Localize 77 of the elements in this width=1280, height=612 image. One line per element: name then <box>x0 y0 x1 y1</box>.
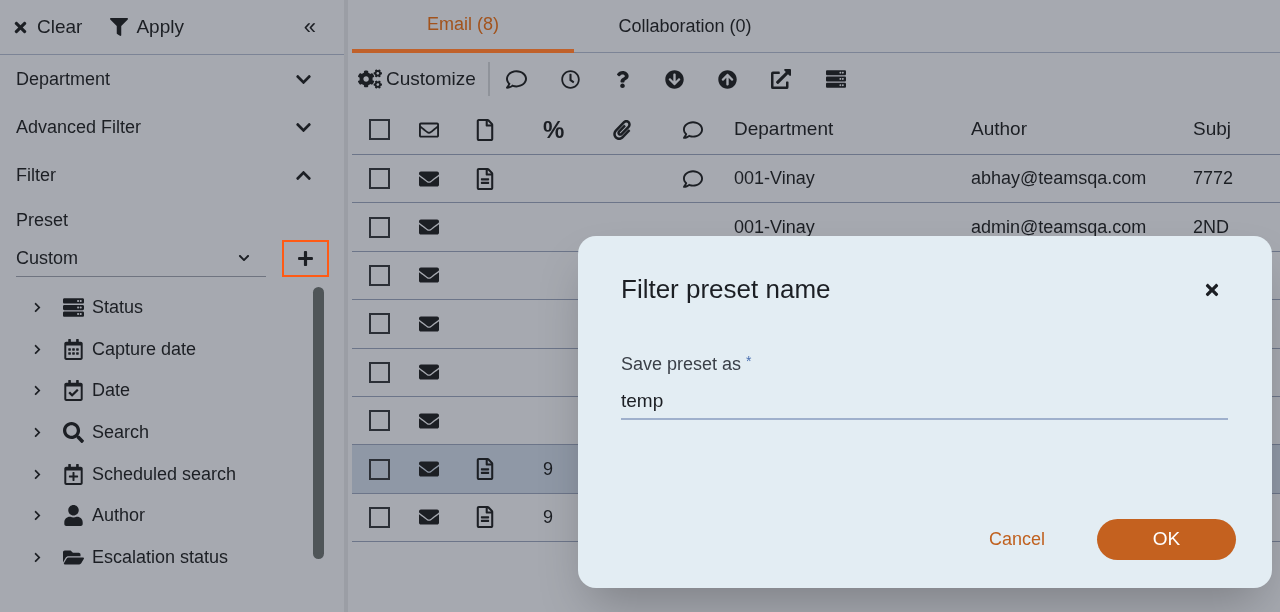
table-cell: 9 <box>543 458 553 479</box>
envelope-icon <box>418 507 440 528</box>
accordion-header[interactable]: Filter <box>0 151 344 199</box>
chevron-right-icon <box>32 510 43 522</box>
checkbox[interactable] <box>369 216 390 238</box>
calendar-plus-icon <box>63 463 84 485</box>
envelope-icon <box>418 362 440 383</box>
accordion-header[interactable]: Advanced Filter <box>0 103 344 151</box>
table-cell: 7772 <box>1193 168 1234 189</box>
checkbox[interactable] <box>369 313 390 335</box>
column-header[interactable]: % <box>534 111 604 148</box>
checkbox[interactable] <box>369 119 390 140</box>
chevron-right-icon <box>32 468 43 480</box>
clear-button[interactable]: Clear <box>12 12 83 42</box>
user-icon <box>63 505 84 527</box>
file-icon <box>476 118 494 141</box>
filter-tree-item[interactable]: Scheduled search <box>0 453 313 495</box>
envelope-icon <box>418 265 440 286</box>
gears-icon <box>358 68 382 90</box>
collapse-button[interactable]: « <box>303 16 316 38</box>
preset-select[interactable]: Custom <box>16 240 266 277</box>
checkbox[interactable] <box>369 361 390 383</box>
filter-tree-item[interactable]: Date <box>0 370 313 412</box>
envelope-icon <box>418 459 440 480</box>
table-cell: admin@teamsqa.com <box>971 216 1147 237</box>
preset-name-field[interactable]: temp <box>621 384 1228 420</box>
calendar-check-icon <box>63 380 84 402</box>
accordion-header[interactable]: Department <box>0 55 344 103</box>
comment-icon <box>682 119 704 140</box>
envelope-icon <box>418 217 440 238</box>
clock-icon[interactable] <box>560 69 580 89</box>
chevron-right-icon <box>32 385 43 397</box>
checkbox[interactable] <box>369 458 390 480</box>
table-cell: 2ND <box>1193 216 1229 237</box>
preset-label: Preset <box>15 209 69 232</box>
download-icon[interactable] <box>664 69 684 89</box>
checkbox[interactable] <box>369 506 390 528</box>
plus-icon <box>297 250 314 267</box>
chevron-right-icon <box>32 302 43 314</box>
search-icon <box>63 422 84 444</box>
chevron-right-icon <box>32 343 43 355</box>
scrollbar[interactable] <box>313 287 324 559</box>
table-cell: 9 <box>543 506 553 527</box>
chevron-right-icon <box>32 427 43 439</box>
paperclip-icon <box>613 119 631 140</box>
chevron-down-icon <box>238 252 250 264</box>
checkbox[interactable] <box>369 168 390 190</box>
filter-tree-item[interactable]: Author <box>0 494 313 537</box>
column-header[interactable]: Department <box>734 115 971 144</box>
apply-button[interactable]: Apply <box>110 12 184 42</box>
checkbox[interactable] <box>369 410 390 432</box>
table-cell: abhay@teamsqa.com <box>971 168 1147 189</box>
field-label: Save preset as * <box>621 352 752 376</box>
list-icon <box>63 297 84 319</box>
filter-tree-item[interactable]: Status <box>0 287 313 329</box>
customize-button[interactable]: Customize <box>358 62 490 96</box>
ok-button[interactable]: OK <box>1097 519 1236 560</box>
filter-tree-item[interactable]: Capture date <box>0 328 313 371</box>
checkbox[interactable] <box>369 264 390 286</box>
filter-tree-item[interactable]: Search <box>0 411 313 454</box>
column-header[interactable]: Author <box>971 115 1193 144</box>
cancel-button[interactable]: Cancel <box>988 526 1045 553</box>
filter-tree-item[interactable]: Escalation status <box>0 536 313 579</box>
tab[interactable]: Collaboration (0) <box>574 0 796 53</box>
add-preset-button[interactable] <box>282 240 329 277</box>
filter-icon <box>110 18 129 36</box>
upload-icon[interactable] <box>717 69 737 89</box>
columns-icon[interactable] <box>824 69 847 89</box>
comment-icon[interactable] <box>505 68 527 90</box>
table-cell: 001-Vinay <box>734 216 815 237</box>
table-cell: 001-Vinay <box>734 168 815 189</box>
column-header[interactable]: Subj <box>1193 115 1280 144</box>
dialog-title: Filter preset name <box>621 273 831 306</box>
table-row[interactable]: 001-Vinay abhay@teamsqa.com 7772 <box>352 155 1280 204</box>
chevron-right-icon <box>32 551 43 563</box>
external-link-icon[interactable] <box>770 69 791 89</box>
calendar-icon <box>63 338 84 360</box>
